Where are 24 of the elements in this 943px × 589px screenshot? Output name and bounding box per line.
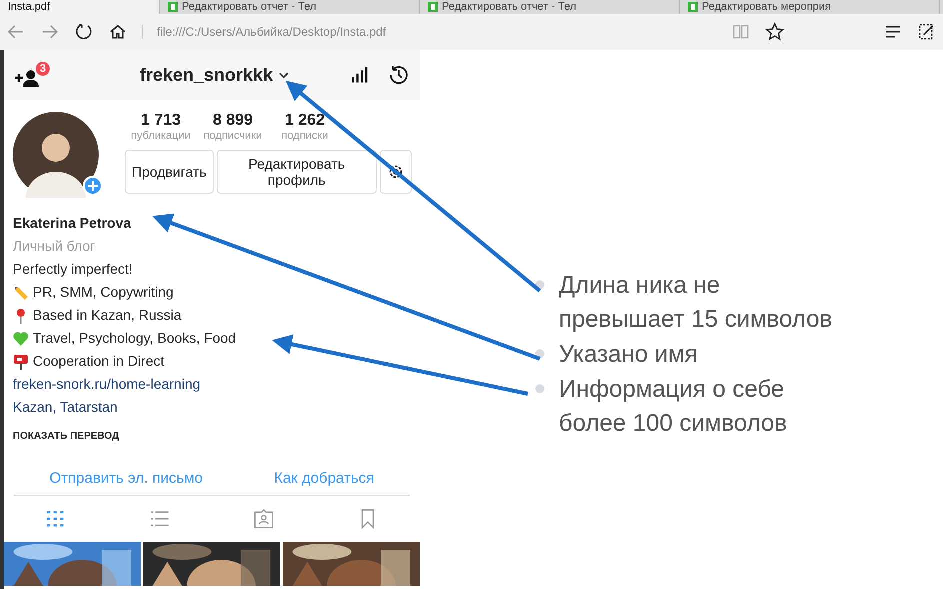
stat-count: 1 713 bbox=[140, 112, 182, 130]
profile-button[interactable]: Продвигать bbox=[125, 150, 214, 194]
location-text: Kazan, Tatarstan bbox=[13, 398, 118, 417]
browser-tab[interactable]: Insta.pdf bbox=[0, 0, 160, 14]
profile-category: Личный блог bbox=[13, 237, 96, 256]
stat-count: 1 262 bbox=[284, 112, 326, 130]
username[interactable]: freken_snorkkk bbox=[140, 64, 274, 86]
translate-link[interactable]: ПОКАЗАТЬ ПЕРЕВОД bbox=[13, 425, 120, 448]
annotation-text: Указано имя bbox=[559, 340, 699, 370]
profile-button[interactable]: Редактировать профиль bbox=[216, 150, 377, 194]
bio-text: Cooperation in Direct bbox=[33, 352, 165, 371]
stat-label: подписки bbox=[282, 130, 328, 142]
annotation-text: Информация о себе более 100 символов bbox=[559, 375, 788, 439]
profile-name: Ekaterina Petrova bbox=[13, 214, 132, 233]
stat-label: подписчики bbox=[204, 130, 262, 142]
annotation-text: Длина ника не превышает 15 символов bbox=[559, 271, 834, 335]
notification-badge: 3 bbox=[36, 62, 50, 76]
bio-text: Travel, Psychology, Books, Food bbox=[33, 329, 236, 348]
website-link[interactable]: freken-snork.ru/home-learning bbox=[13, 373, 201, 396]
stat-count: 8 899 bbox=[212, 112, 254, 130]
bio-text: Perfectly imperfect! bbox=[13, 260, 133, 279]
bio-text: PR, SMM, Copywriting bbox=[33, 283, 174, 302]
stat-label: публикации bbox=[131, 130, 191, 142]
bio-text: Based in Kazan, Russia bbox=[33, 306, 182, 325]
